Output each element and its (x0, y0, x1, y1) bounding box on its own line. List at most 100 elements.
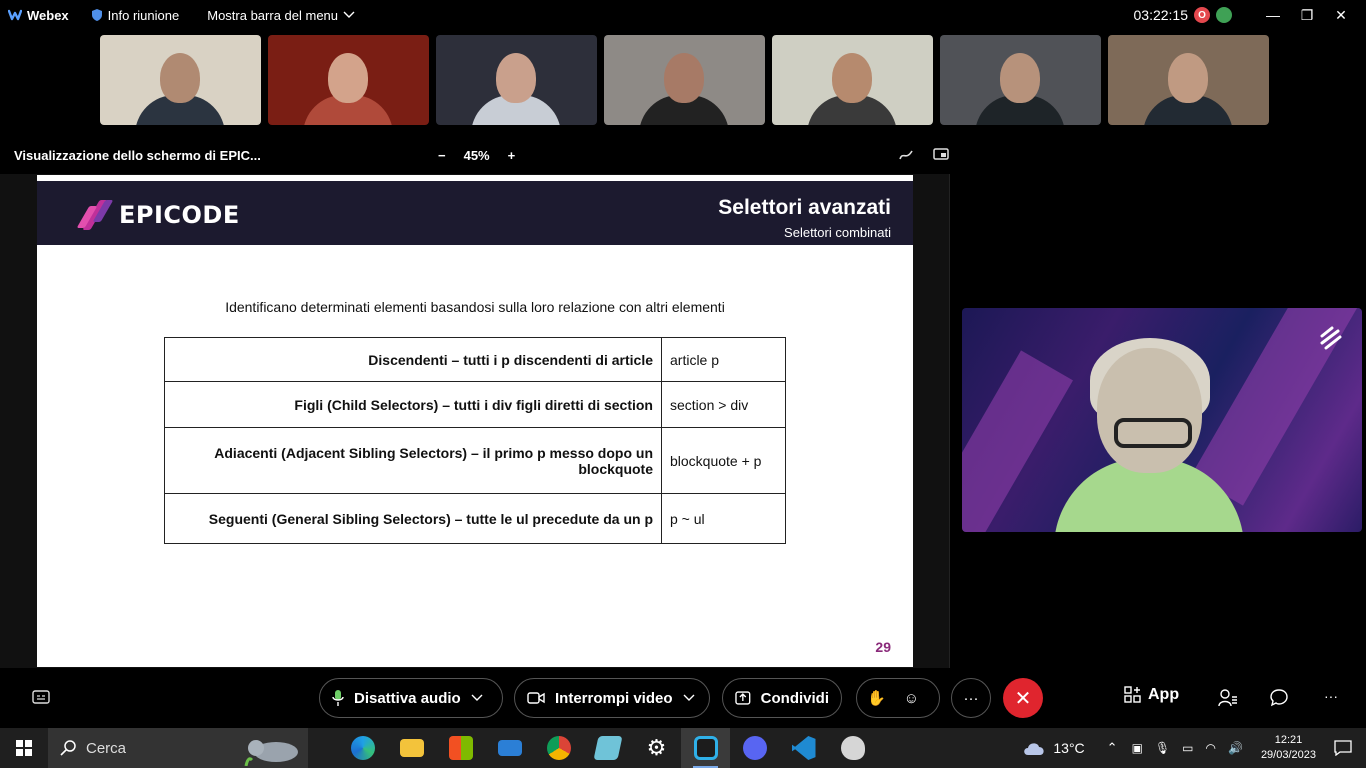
camera-tray-icon[interactable]: ▣ (1132, 741, 1143, 755)
notes-icon (592, 736, 623, 760)
notes-app[interactable] (583, 728, 632, 768)
epicode-logo: EPICODE (76, 198, 240, 232)
webex-app-label[interactable]: Webex (8, 8, 69, 23)
discord-app[interactable] (730, 728, 779, 768)
vscode-app[interactable] (779, 728, 828, 768)
participant-video[interactable] (436, 35, 597, 125)
paint-app[interactable] (828, 728, 877, 768)
menu-bar-label: Mostra barra del menu (207, 7, 339, 23)
file-explorer-app[interactable] (387, 728, 436, 768)
mute-audio-button[interactable]: Disattiva audio (319, 678, 503, 718)
search-icon (60, 740, 76, 756)
speaker-face (1097, 348, 1202, 473)
share-button[interactable]: Condividi (722, 678, 842, 718)
clock-time: 12:21 (1274, 734, 1303, 746)
chat-icon[interactable] (1270, 689, 1288, 707)
participant-video[interactable] (940, 35, 1101, 125)
meeting-timer: 03:22:15 (1133, 7, 1189, 23)
volume-icon[interactable]: 🔊 (1228, 741, 1243, 755)
minimize-icon[interactable]: — (1256, 7, 1290, 23)
edge-app[interactable] (338, 728, 387, 768)
epicode-watermark-icon (1320, 326, 1342, 350)
slide-page-number: 29 (875, 639, 891, 655)
participant-video[interactable] (1108, 35, 1269, 125)
zoom-out-button[interactable]: − (438, 148, 446, 163)
selector-description: Seguenti (General Sibling Selectors) – t… (164, 493, 662, 544)
zoom-in-button[interactable]: + (508, 148, 516, 163)
selector-code: blockquote + p (661, 427, 786, 494)
participant-video[interactable] (268, 35, 429, 125)
show-menu-bar-button[interactable]: Mostra barra del menu (207, 8, 355, 23)
epicode-mark-icon (76, 198, 114, 232)
meeting-info-label: Info riunione (107, 7, 180, 23)
more-options-button[interactable]: ··· (951, 678, 991, 718)
clock-date: 29/03/2023 (1260, 749, 1316, 761)
notifications-icon[interactable] (1334, 740, 1352, 756)
participant-video[interactable] (772, 35, 933, 125)
webex-app[interactable] (681, 728, 730, 768)
restore-icon[interactable]: ❐ (1290, 7, 1324, 24)
end-call-button[interactable]: ✕ (1003, 678, 1043, 718)
wifi-icon[interactable]: ◠ (1206, 741, 1216, 755)
participant-video[interactable] (604, 35, 765, 125)
chevron-down-icon[interactable] (471, 694, 483, 702)
settings-app[interactable]: ⚙ (632, 728, 681, 768)
speaker-glasses (1114, 418, 1192, 448)
annotate-icon[interactable] (898, 147, 914, 163)
apps-button[interactable]: App (1124, 686, 1179, 704)
raise-hand-icon[interactable]: ✋ (867, 689, 886, 707)
search-placeholder: Cerca (86, 739, 127, 757)
captions-icon[interactable] (32, 690, 50, 704)
chevron-down-icon[interactable] (683, 694, 695, 702)
vscode-icon (791, 736, 816, 760)
recording-icon[interactable]: O (1194, 7, 1210, 23)
table-row: Figli (Child Selectors) – tutti i div fi… (164, 381, 786, 428)
meeting-info-button[interactable]: Info riunione (91, 7, 180, 23)
camera-icon (527, 692, 545, 704)
stop-video-button[interactable]: Interrompi video (514, 678, 710, 718)
chrome-icon (546, 736, 571, 760)
more-panels-icon[interactable]: ··· (1324, 688, 1338, 704)
network-stats-icon[interactable] (1216, 7, 1232, 23)
brand-name: EPICODE (119, 201, 240, 229)
windows-taskbar: Cerca ⚙ 13°C ⌃ ▣ 🎙 ▭ ◠ 🔊 12:21 29/03/202… (0, 728, 1366, 768)
manatee-icon (244, 740, 298, 766)
store-app[interactable] (436, 728, 485, 768)
chrome-app[interactable] (534, 728, 583, 768)
chevron-down-icon (343, 11, 355, 18)
participant-strip (100, 35, 1269, 125)
taskbar-search[interactable]: Cerca (48, 728, 308, 768)
close-icon[interactable]: ✕ (1324, 7, 1358, 24)
edge-icon (350, 736, 375, 760)
folder-icon (399, 739, 424, 757)
participant-face (328, 53, 368, 103)
participant-video[interactable] (100, 35, 261, 125)
active-speaker-video[interactable] (962, 308, 1362, 532)
table-row: Seguenti (General Sibling Selectors) – t… (164, 493, 786, 544)
apps-label: App (1148, 686, 1180, 703)
table-row: Adiacenti (Adjacent Sibling Selectors) –… (164, 427, 786, 494)
shield-icon (91, 9, 102, 21)
weather-widget[interactable]: 13°C (1021, 739, 1085, 757)
system-clock[interactable]: 12:21 29/03/2023 (1261, 733, 1316, 763)
selector-description: Figli (Child Selectors) – tutti i div fi… (164, 381, 662, 428)
zoom-level: 45% (463, 147, 490, 163)
mail-app[interactable] (485, 728, 534, 768)
taskbar-apps: ⚙ (338, 728, 877, 768)
windows-logo-icon (16, 740, 32, 756)
presentation-slide: EPICODE Selettori avanzati Selettori com… (37, 175, 913, 667)
start-button[interactable] (0, 728, 48, 768)
microphone-tray-icon[interactable]: 🎙 (1155, 741, 1170, 755)
battery-icon[interactable]: ▭ (1182, 741, 1193, 755)
view-mode-icon[interactable] (932, 147, 950, 163)
participant-face (160, 53, 200, 103)
participants-icon[interactable] (1218, 689, 1238, 707)
reactions-icon[interactable]: ☺ (904, 690, 919, 707)
table-row: Discendenti – tutti i p discendenti di a… (164, 337, 786, 382)
chevron-up-icon[interactable]: ⌃ (1107, 740, 1118, 756)
participant-face (664, 53, 704, 103)
webex-icon (693, 736, 718, 760)
slide-intro: Identificano determinati elementi basand… (225, 299, 725, 315)
share-title: Visualizzazione dello schermo di EPIC... (14, 147, 261, 163)
slide-subtitle: Selettori combinati (784, 225, 891, 240)
